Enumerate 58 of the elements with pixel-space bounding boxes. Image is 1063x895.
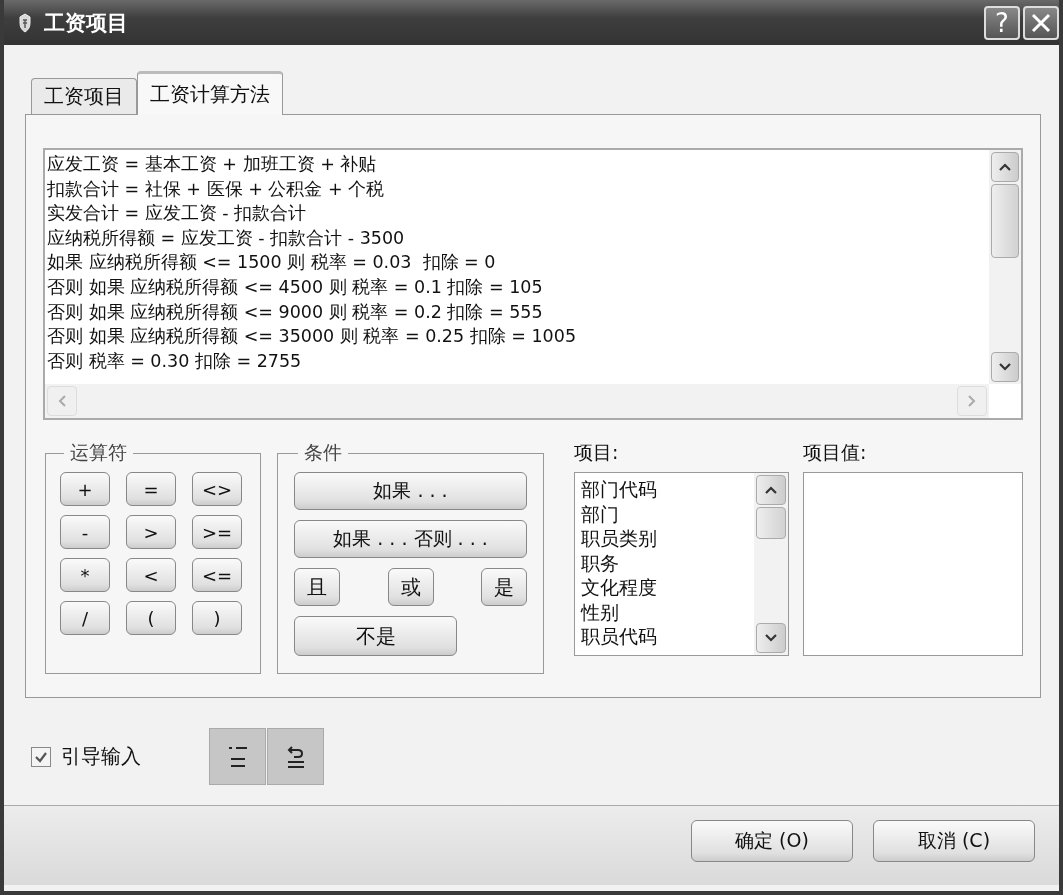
formula-editor[interactable]	[43, 148, 1023, 420]
operator-button[interactable]: =	[126, 472, 176, 506]
list-label: 项目值:	[803, 440, 868, 465]
formula-line: 如果 应纳税所得额 <= 1500 则 税率 = 0.03 扣除 = 0	[47, 251, 497, 275]
operator-button[interactable]: >	[126, 515, 176, 549]
operator-button[interactable]: <>	[192, 472, 242, 506]
list-item[interactable]: 部门	[581, 501, 748, 526]
list-item[interactable]: 职员代码	[581, 624, 748, 649]
formula-line: 否则 如果 应纳税所得额 <= 9000 则 税率 = 0.2 扣除 = 555	[47, 300, 544, 324]
app-icon	[18, 12, 32, 33]
help-button[interactable]: ?	[984, 5, 1020, 40]
close-icon	[1030, 11, 1052, 34]
scrollbar-thumb[interactable]	[991, 184, 1019, 258]
formula-line: 否则 如果 应纳税所得额 <= 4500 则 税率 = 0.1 扣除 = 105	[47, 275, 544, 299]
condition-button[interactable]: 如果 . . .	[294, 472, 527, 510]
list-item[interactable]: 部门代码	[581, 477, 748, 502]
vertical-scrollbar[interactable]	[754, 473, 788, 655]
operator-button[interactable]: *	[60, 558, 110, 592]
formula-line: 否则 如果 应纳税所得额 <= 35000 则 税率 = 0.25 扣除 = 1005	[47, 325, 577, 349]
dialog-button[interactable]: 取消 (C)	[873, 819, 1035, 862]
close-button[interactable]	[1023, 5, 1059, 40]
dialog-button[interactable]: 确定 (O)	[691, 819, 853, 862]
checkbox-label[interactable]: 引导输入	[61, 743, 141, 770]
operator-button[interactable]: (	[126, 601, 176, 635]
operator-button[interactable]: /	[60, 601, 110, 635]
group-label: 条件	[303, 440, 343, 465]
condition-button[interactable]: 或	[387, 568, 434, 606]
scrollbar-thumb[interactable]	[756, 507, 786, 539]
operator-button[interactable]: <=	[192, 558, 242, 592]
vertical-scrollbar[interactable]	[989, 150, 1021, 384]
undo-button[interactable]	[267, 728, 324, 785]
operator-button[interactable]: <	[126, 558, 176, 592]
tab[interactable]: 工资计算方法	[137, 71, 283, 115]
condition-button[interactable]: 如果 . . . 否则 . . .	[294, 520, 527, 558]
list-item[interactable]: 文化程度	[581, 575, 748, 600]
condition-button[interactable]: 不是	[294, 616, 457, 656]
list-item[interactable]: 职务	[581, 550, 748, 575]
indent-button[interactable]	[209, 728, 266, 785]
operator-button[interactable]: >=	[192, 515, 242, 549]
formula-line: 实发合计 = 应发工资 - 扣款合计	[47, 202, 308, 226]
window-title: 工资项目	[44, 9, 128, 37]
list-item[interactable]: 性别	[581, 599, 748, 624]
condition-button[interactable]: 且	[294, 568, 340, 606]
operator-button[interactable]: -	[60, 515, 110, 549]
checkbox[interactable]	[31, 746, 51, 767]
formula-line: 应纳税所得额 = 应发工资 - 扣款合计 - 3500	[47, 226, 406, 250]
list-label: 项目:	[574, 440, 620, 465]
tab[interactable]: 工资项目	[31, 78, 137, 114]
formula-line: 否则 税率 = 0.30 扣除 = 2755	[47, 349, 303, 373]
horizontal-scrollbar[interactable]	[45, 384, 989, 418]
item-list[interactable]: 部门代码 部门 职员类别 职务 文化程度 性别 职员代码	[574, 472, 789, 656]
formula-line: 扣款合计 = 社保 + 医保 + 公积金 + 个税	[47, 177, 386, 201]
operator-button[interactable]: )	[192, 601, 242, 635]
condition-button[interactable]: 是	[481, 568, 527, 606]
operator-button[interactable]: +	[60, 472, 110, 506]
list-item[interactable]: 职员类别	[581, 526, 748, 551]
group-label: 运算符	[69, 440, 128, 465]
formula-line: 应发工资 = 基本工资 + 加班工资 + 补贴	[47, 153, 378, 176]
